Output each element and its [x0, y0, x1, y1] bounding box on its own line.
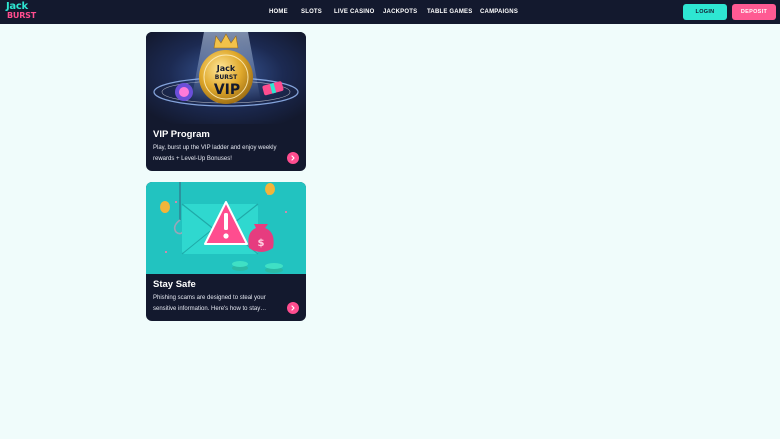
logo-line-2: BURST — [7, 11, 36, 20]
top-navigation-bar: Jack BURST HOME SLOTS LIVE CASINO JACKPO… — [0, 0, 780, 24]
deposit-button[interactable]: DEPOSIT — [732, 4, 776, 20]
nav-item-campaigns[interactable]: CAMPAIGNS — [480, 0, 518, 24]
card-title: Stay Safe — [153, 279, 196, 290]
chevron-right-icon[interactable] — [287, 152, 299, 164]
vip-coin-illustration: Jack BURST VIP — [146, 32, 306, 124]
nav-item-home[interactable]: HOME — [269, 0, 288, 24]
card-title: VIP Program — [153, 129, 210, 140]
nav-item-slots[interactable]: SLOTS — [301, 0, 322, 24]
coin-text-burst: BURST — [215, 74, 238, 81]
promo-card-vip-program[interactable]: Jack BURST VIP VIP Program Play, burst u… — [146, 32, 306, 171]
nav-item-table-games[interactable]: TABLE GAMES — [427, 0, 472, 24]
phishing-warning-illustration: $ — [146, 182, 306, 274]
promo-card-stay-safe[interactable]: $ Stay Safe Phishing scams are designed … — [146, 182, 306, 321]
card-description: Phishing scams are designed to steal you… — [153, 295, 267, 312]
jackburst-logo[interactable]: Jack BURST — [6, 2, 46, 21]
coin-text-jack: Jack — [216, 64, 236, 73]
card-description: Play, burst up the VIP ladder and enjoy … — [153, 145, 277, 162]
money-bag-dollar-sign: $ — [258, 238, 265, 249]
chevron-right-icon[interactable] — [287, 302, 299, 314]
coin-text-vip: VIP — [214, 82, 240, 98]
login-button[interactable]: LOGIN — [683, 4, 727, 20]
nav-item-jackpots[interactable]: JACKPOTS — [383, 0, 417, 24]
nav-item-live-casino[interactable]: LIVE CASINO — [334, 0, 375, 24]
